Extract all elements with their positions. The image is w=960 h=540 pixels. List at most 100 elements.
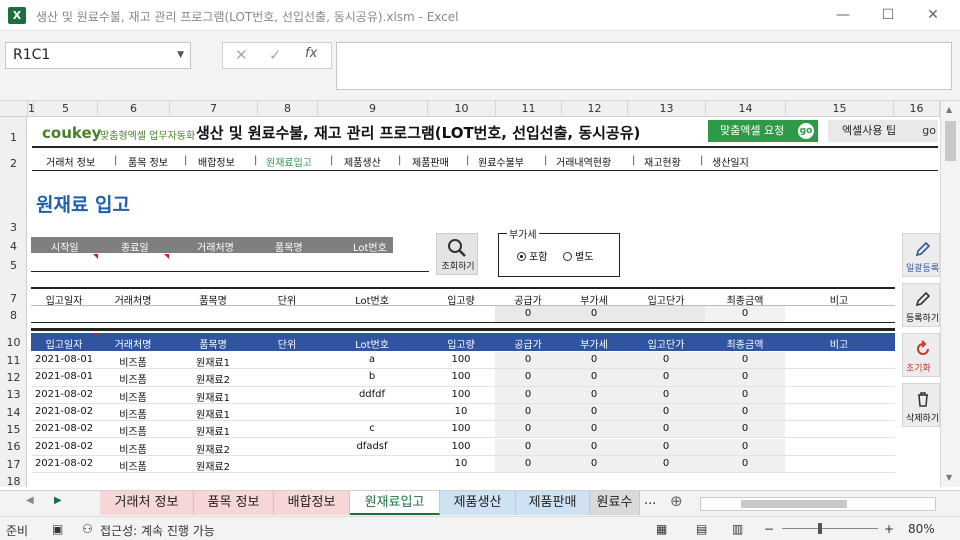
column-header[interactable]: 5 bbox=[34, 101, 98, 117]
row-header[interactable]: 13 bbox=[0, 388, 27, 401]
row-header[interactable]: 11 bbox=[0, 354, 27, 367]
accessibility-status[interactable]: 접근성: 계속 진행 가능 bbox=[100, 522, 215, 539]
list-header-cell[interactable]: 입고단가 bbox=[627, 336, 705, 351]
table-cell[interactable]: 0 bbox=[495, 354, 561, 365]
accessibility-icon[interactable]: ⚇ bbox=[82, 522, 93, 536]
menu-item-material-in[interactable]: 원재료입고 bbox=[266, 154, 312, 169]
list-header-cell[interactable]: 품목명 bbox=[169, 336, 257, 351]
column-header[interactable]: 11 bbox=[496, 101, 562, 117]
reset-button[interactable]: 초기화 bbox=[902, 333, 940, 377]
tab-sales[interactable]: 제품판매 bbox=[516, 491, 590, 515]
row-header[interactable]: 12 bbox=[0, 371, 27, 384]
table-cell[interactable]: 원재료1 bbox=[169, 423, 257, 438]
hscroll-thumb[interactable] bbox=[741, 500, 847, 508]
column-header[interactable]: 13 bbox=[628, 101, 706, 117]
check-icon[interactable]: ✓ bbox=[269, 46, 282, 64]
table-cell[interactable]: 비즈폼 bbox=[97, 389, 169, 404]
excel-tips-button[interactable]: 엑셀사용 팁 go bbox=[828, 120, 938, 142]
list-header-cell[interactable]: 입고량 bbox=[427, 336, 495, 351]
table-cell[interactable]: 0 bbox=[561, 458, 627, 469]
row-header[interactable]: 17 bbox=[0, 458, 27, 471]
table-cell[interactable]: 0 bbox=[705, 406, 785, 417]
table-cell[interactable]: 비즈폼 bbox=[97, 406, 169, 421]
row-header[interactable]: 15 bbox=[0, 423, 27, 436]
table-cell[interactable]: b bbox=[317, 371, 427, 382]
table-row[interactable]: 2021-08-01 비즈폼 원재료1 a 100 0 0 0 0 bbox=[31, 352, 895, 370]
page-break-icon[interactable]: ▥ bbox=[732, 522, 743, 536]
table-cell[interactable]: 0 bbox=[495, 458, 561, 469]
table-cell[interactable]: 0 bbox=[705, 458, 785, 469]
table-cell[interactable]: 100 bbox=[427, 389, 495, 400]
column-header[interactable]: 10 bbox=[428, 101, 496, 117]
add-sheet-icon[interactable]: ⊕ bbox=[670, 492, 683, 510]
table-cell[interactable]: 원재료2 bbox=[169, 371, 257, 386]
custom-request-button[interactable]: 맞춤엑셀 요청 go bbox=[708, 120, 818, 142]
maximize-button[interactable]: ☐ bbox=[873, 5, 903, 25]
table-cell[interactable]: 100 bbox=[427, 441, 495, 452]
zoom-level[interactable]: 80% bbox=[908, 522, 935, 536]
zoom-out-icon[interactable]: − bbox=[764, 522, 774, 536]
row-header[interactable]: 3 bbox=[0, 221, 27, 234]
menu-item-ledger[interactable]: 원료수불부 bbox=[478, 154, 524, 169]
zoom-slider-thumb[interactable] bbox=[818, 523, 822, 534]
menu-item-recipe[interactable]: 배합정보 bbox=[198, 154, 235, 169]
list-header-cell[interactable]: 입고일자 bbox=[31, 336, 97, 351]
table-row[interactable]: 2021-08-01 비즈폼 원재료2 b 100 0 0 0 0 bbox=[31, 369, 895, 387]
column-header[interactable]: 6 bbox=[98, 101, 170, 117]
menu-item-product[interactable]: 품목 정보 bbox=[128, 154, 168, 169]
list-header-cell[interactable]: 거래처명 bbox=[97, 336, 169, 351]
search-button[interactable]: 조회하기 bbox=[436, 233, 478, 275]
vat-include-radio[interactable]: 포함 bbox=[517, 248, 547, 263]
table-cell[interactable]: 0 bbox=[627, 406, 705, 417]
formula-input[interactable] bbox=[336, 42, 952, 90]
table-cell[interactable]: 0 bbox=[561, 423, 627, 434]
table-cell[interactable]: 0 bbox=[627, 423, 705, 434]
table-cell[interactable]: 2021-08-02 bbox=[31, 458, 97, 469]
normal-view-icon[interactable]: ▦ bbox=[656, 522, 667, 536]
input-cell[interactable]: 0 bbox=[561, 308, 627, 319]
table-cell[interactable]: 0 bbox=[561, 406, 627, 417]
table-cell[interactable]: 비즈폼 bbox=[97, 458, 169, 473]
tab-material-in[interactable]: 원재료입고 bbox=[350, 491, 440, 515]
table-cell[interactable]: 100 bbox=[427, 423, 495, 434]
table-cell[interactable]: 0 bbox=[495, 406, 561, 417]
column-header[interactable]: 14 bbox=[706, 101, 786, 117]
table-cell[interactable]: 0 bbox=[705, 354, 785, 365]
column-header[interactable]: 8 bbox=[258, 101, 318, 117]
menu-item-production[interactable]: 제품생산 bbox=[344, 154, 381, 169]
table-cell[interactable]: 0 bbox=[561, 389, 627, 400]
select-all-corner[interactable] bbox=[0, 101, 28, 117]
table-cell[interactable]: 10 bbox=[427, 458, 495, 469]
row-header[interactable]: 8 bbox=[0, 309, 27, 322]
table-row[interactable]: 2021-08-02 비즈폼 원재료1 ddfdf 100 0 0 0 0 bbox=[31, 386, 895, 404]
delete-button[interactable]: 삭제하기 bbox=[902, 383, 940, 427]
table-cell[interactable]: 원재료2 bbox=[169, 441, 257, 456]
table-row[interactable]: 2021-08-02 비즈폼 원재료1 10 0 0 0 0 bbox=[31, 403, 895, 422]
menu-item-diary[interactable]: 생산일지 bbox=[712, 154, 749, 169]
tab-customer[interactable]: 거래처 정보 bbox=[100, 491, 194, 515]
table-cell[interactable]: 0 bbox=[627, 389, 705, 400]
column-header[interactable]: 7 bbox=[170, 101, 258, 117]
table-cell[interactable]: 비즈폼 bbox=[97, 441, 169, 456]
table-cell[interactable]: dfadsf bbox=[317, 441, 427, 452]
table-cell[interactable]: 비즈폼 bbox=[97, 354, 169, 369]
register-button[interactable]: 등록하기 bbox=[902, 283, 940, 327]
table-cell[interactable]: 원재료1 bbox=[169, 354, 257, 369]
table-cell[interactable]: 원재료1 bbox=[169, 406, 257, 421]
table-cell[interactable]: 0 bbox=[561, 441, 627, 452]
tab-ledger[interactable]: 원료수 bbox=[590, 491, 640, 515]
tab-production[interactable]: 제품생산 bbox=[440, 491, 516, 515]
macro-record-icon[interactable]: ▣ bbox=[52, 522, 63, 536]
row-header[interactable]: 1 bbox=[0, 131, 27, 144]
table-cell[interactable]: 0 bbox=[627, 371, 705, 382]
list-header-cell[interactable]: 단위 bbox=[257, 336, 317, 351]
scroll-thumb[interactable] bbox=[945, 121, 956, 161]
list-header-cell[interactable]: 공급가 bbox=[495, 336, 561, 351]
table-cell[interactable]: 비즈폼 bbox=[97, 423, 169, 438]
table-row[interactable]: 2021-08-02 비즈폼 원재료2 dfadsf 100 0 0 0 0 bbox=[31, 438, 895, 456]
row-header[interactable]: 16 bbox=[0, 440, 27, 453]
row-header[interactable]: 2 bbox=[0, 157, 27, 170]
row-header[interactable]: 18 bbox=[0, 475, 27, 488]
tab-prev-icon[interactable]: ◀ bbox=[26, 495, 34, 506]
filter-input-row[interactable] bbox=[31, 255, 393, 271]
